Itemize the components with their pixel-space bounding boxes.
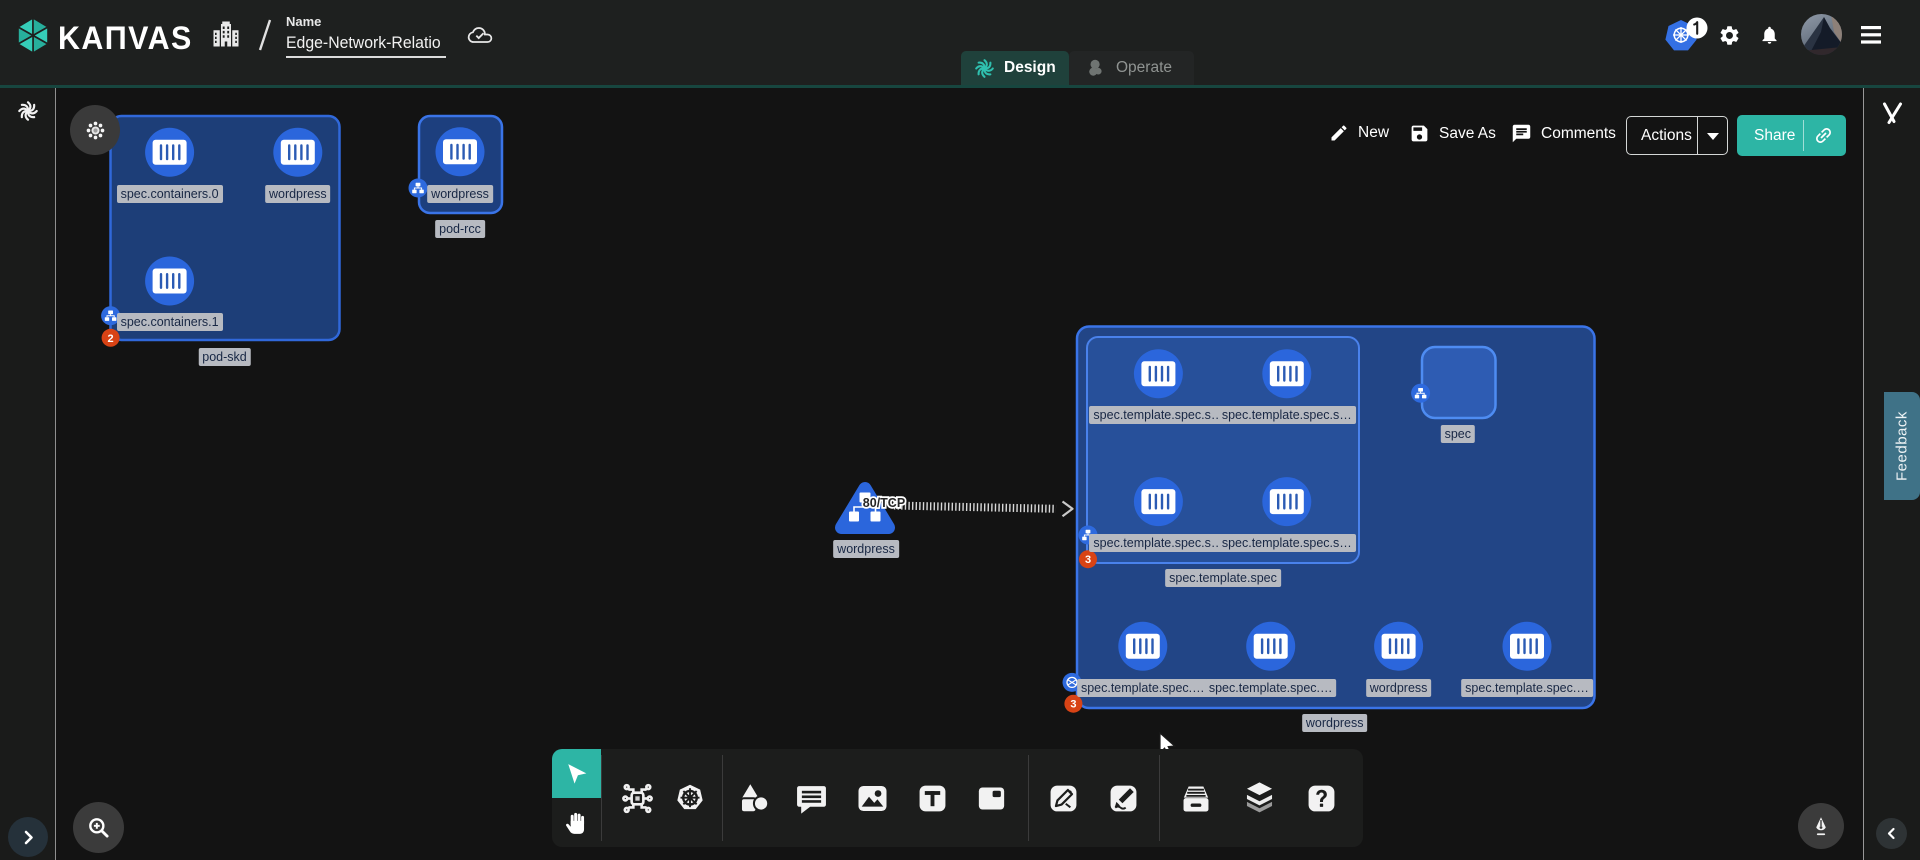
svg-text:2: 2 [108,333,114,345]
svg-text:3: 3 [1070,699,1076,711]
svg-text:3: 3 [1085,554,1091,566]
svg-text:80/TCP: 80/TCP [863,496,905,510]
